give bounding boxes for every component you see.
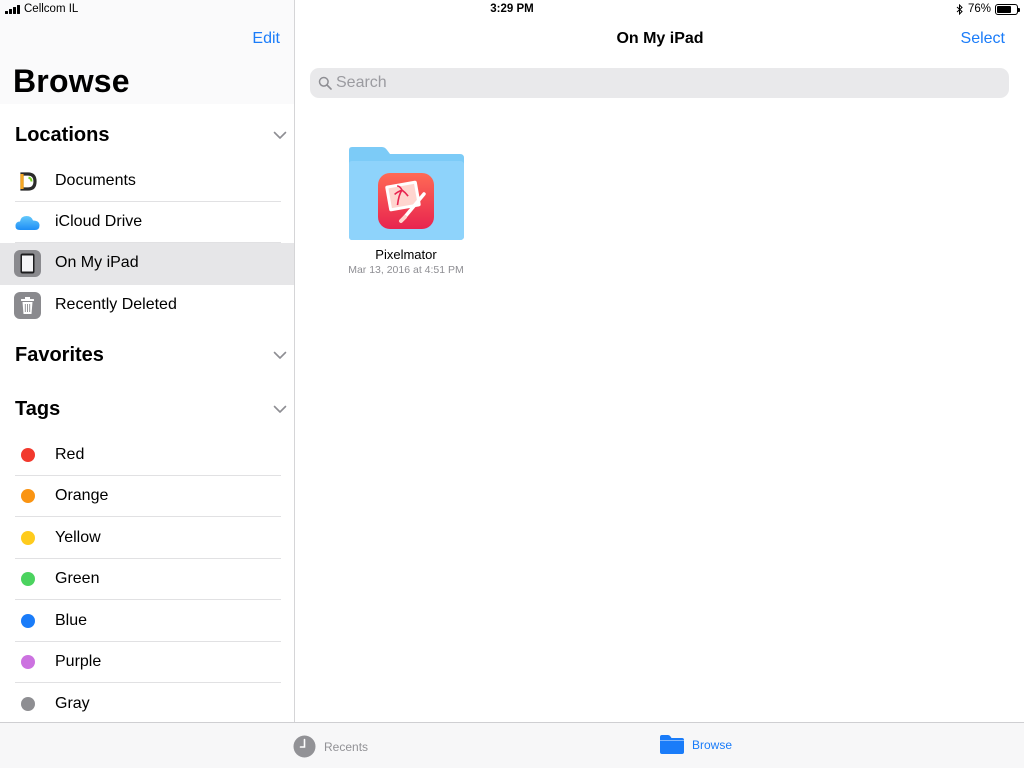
tag-item-yellow[interactable]: Yellow	[0, 518, 294, 559]
tag-label: Blue	[55, 612, 88, 629]
tag-label: Purple	[55, 653, 102, 670]
search-input[interactable]	[336, 68, 996, 98]
divider	[15, 599, 281, 600]
tag-label: Orange	[55, 487, 109, 504]
folder-icon	[660, 735, 684, 754]
tag-color-dot	[21, 489, 35, 503]
tab-label: Recents	[324, 739, 369, 754]
battery-fill	[997, 5, 1012, 13]
status-right: 76%	[956, 3, 1020, 15]
search-bar[interactable]	[310, 68, 1009, 98]
tag-item-orange[interactable]: Orange	[0, 476, 294, 517]
divider	[15, 682, 281, 683]
main-content: On My iPad Select Search Pixelmator Mar …	[296, 0, 1024, 722]
tag-item-green[interactable]: Green	[0, 559, 294, 600]
favorites-section-header[interactable]: Favorites	[15, 344, 287, 370]
tag-label: Green	[55, 570, 100, 587]
tag-item-red[interactable]: Red	[0, 435, 294, 476]
pixelmator-folder-icon[interactable]	[346, 146, 466, 241]
clock-icon	[293, 735, 316, 758]
section-heading: Locations	[15, 124, 110, 146]
trash-icon	[14, 292, 41, 319]
tab-label: Browse	[692, 737, 733, 752]
page-title: Browse	[13, 63, 130, 99]
icloud-icon	[15, 216, 40, 230]
tag-color-dot	[21, 572, 35, 586]
documents-app-icon	[14, 168, 41, 195]
tag-item-blue[interactable]: Blue	[0, 601, 294, 642]
sidebar-item-label: iCloud Drive	[55, 213, 143, 230]
tag-color-dot	[21, 448, 35, 462]
sidebar-item-label: Recently Deleted	[55, 296, 177, 313]
file-date: Mar 13, 2016 at 4:51 PM	[348, 264, 464, 276]
edit-button[interactable]: Edit	[252, 30, 280, 48]
tab-recents[interactable]: Recents	[293, 735, 368, 758]
sidebar-item-on-my-ipad[interactable]: On My iPad	[0, 243, 294, 285]
tab-bar: Recents Browse	[0, 722, 1024, 768]
sidebar-item-label: Documents	[55, 172, 136, 189]
sidebar-item-documents[interactable]: Documents	[0, 161, 294, 202]
status-bar: Cellcom IL 3:29 PM 76%	[0, 0, 1024, 20]
sidebar-item-recently-deleted[interactable]: Recently Deleted	[0, 285, 294, 326]
divider	[15, 516, 281, 517]
sidebar: Edit Browse Locations Documents iCloud D…	[0, 0, 295, 722]
file-name: Pixelmator	[375, 247, 437, 262]
section-heading: Tags	[15, 398, 61, 420]
battery-icon	[995, 3, 1020, 15]
tag-label: Yellow	[55, 529, 101, 546]
tag-color-dot	[21, 614, 35, 628]
tag-color-dot	[21, 697, 35, 711]
chevron-down-icon[interactable]	[273, 348, 287, 362]
tag-label: Gray	[55, 695, 90, 712]
section-heading: Favorites	[15, 344, 104, 366]
bluetooth-icon	[956, 3, 963, 15]
ipad-icon	[14, 250, 41, 277]
search-icon	[318, 76, 332, 90]
battery-percent: 76%	[967, 3, 991, 15]
select-button[interactable]: Select	[961, 30, 1005, 48]
tag-color-dot	[21, 531, 35, 545]
tag-color-dot	[21, 655, 35, 669]
tags-section-header[interactable]: Tags	[15, 398, 287, 424]
tag-label: Red	[55, 446, 85, 463]
sidebar-item-icloud-drive[interactable]: iCloud Drive	[0, 202, 294, 243]
tag-item-purple[interactable]: Purple	[0, 642, 294, 683]
files-app: Cellcom IL 3:29 PM 76% Edit Browse Locat…	[0, 0, 1024, 768]
sidebar-item-label: On My iPad	[55, 254, 139, 271]
tag-item-gray[interactable]: Gray	[0, 684, 294, 722]
nav-title: On My iPad	[616, 30, 704, 47]
tab-browse[interactable]: Browse	[660, 735, 732, 754]
chevron-down-icon[interactable]	[273, 128, 287, 142]
status-time: 3:29 PM	[490, 3, 534, 15]
file-item-pixelmator[interactable]: Pixelmator Mar 13, 2016 at 4:51 PM	[336, 140, 476, 280]
locations-section-header[interactable]: Locations	[15, 124, 287, 150]
chevron-down-icon[interactable]	[273, 402, 287, 416]
